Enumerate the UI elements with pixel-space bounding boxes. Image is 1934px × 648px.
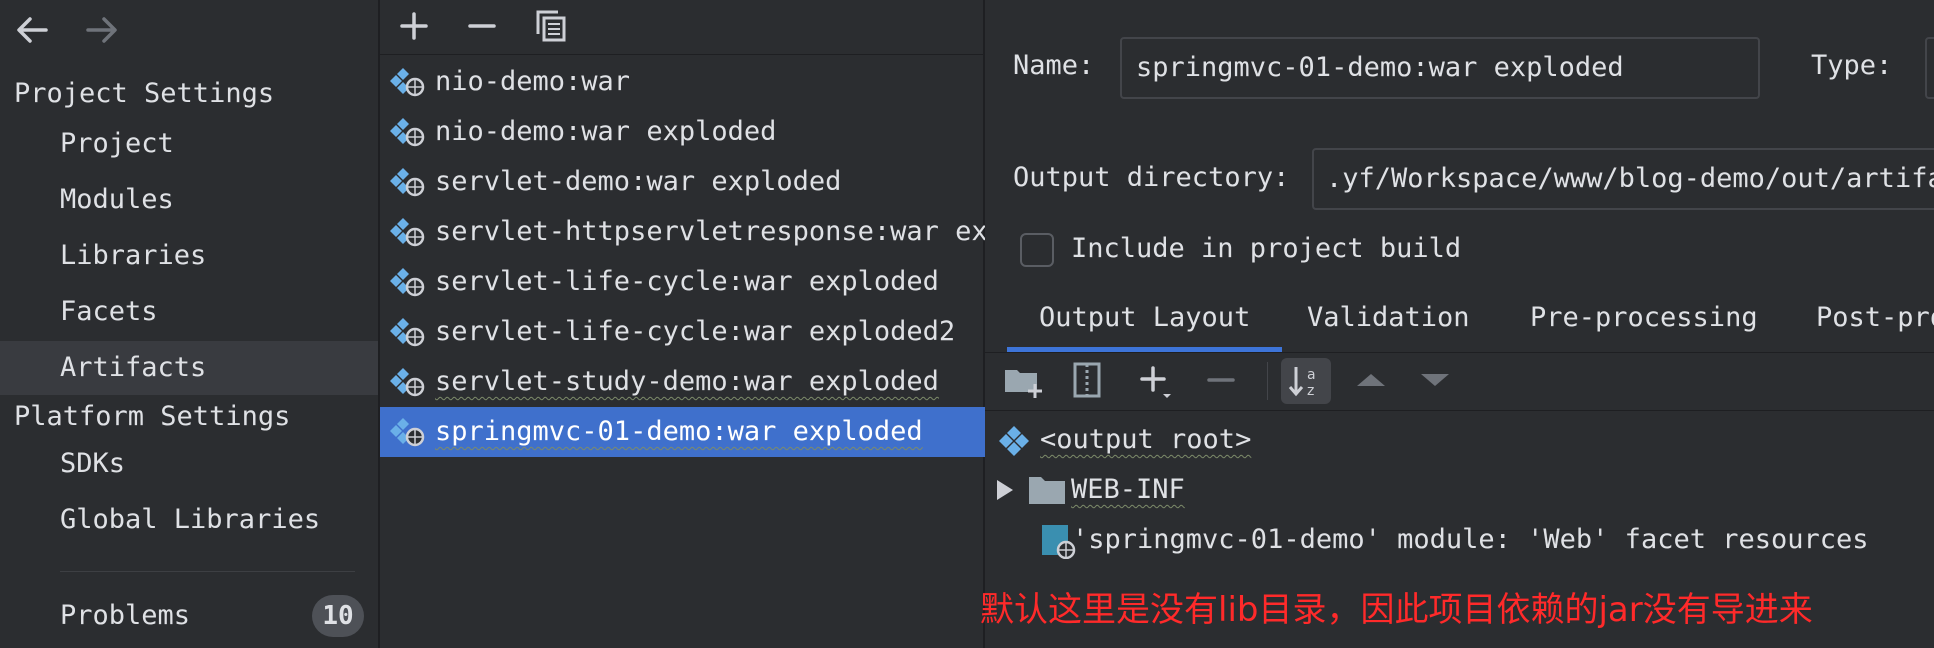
artifact-list-item-label: servlet-life-cycle:war exploded2 bbox=[435, 316, 956, 347]
tabs-divider bbox=[985, 352, 1934, 353]
type-label: Type: bbox=[1811, 50, 1893, 81]
web-facet-icon bbox=[1042, 525, 1076, 559]
artifact-list-item-label: servlet-study-demo:war exploded bbox=[435, 366, 939, 397]
tree-node-output-root[interactable]: <output root> bbox=[997, 416, 1257, 464]
artifact-diamond-icon bbox=[999, 426, 1029, 456]
artifact-list-item[interactable]: nio-demo:war exploded bbox=[380, 107, 985, 157]
artifact-list-item-label: servlet-demo:war exploded bbox=[435, 166, 842, 197]
artifact-details-panel: Name: springmvc-01-demo:war exploded Typ… bbox=[985, 0, 1934, 648]
tab-validation[interactable]: Validation bbox=[1307, 290, 1470, 352]
layout-toolbar-divider bbox=[985, 410, 1934, 411]
output-directory-field[interactable]: .yf/Workspace/www/blog-demo/out/artifac bbox=[1312, 148, 1934, 210]
include-in-build-label: Include in project build bbox=[1071, 233, 1462, 264]
tree-node-web-inf[interactable]: WEB-INF bbox=[993, 466, 1193, 514]
artifact-list-item[interactable]: springmvc-01-demo:war exploded bbox=[380, 407, 985, 457]
tree-node-output-root-label: <output root> bbox=[1040, 424, 1252, 455]
forward-arrow-icon[interactable] bbox=[82, 10, 122, 50]
nav-item-artifacts[interactable]: Artifacts bbox=[0, 341, 378, 395]
artifact-list-item[interactable]: nio-demo:war bbox=[380, 57, 985, 107]
svg-text:a: a bbox=[1307, 367, 1316, 383]
remove-element-icon[interactable] bbox=[1199, 358, 1243, 402]
archive-icon[interactable] bbox=[1065, 358, 1109, 402]
artifact-list-item-label: nio-demo:war exploded bbox=[435, 116, 777, 147]
war-artifact-icon bbox=[390, 268, 425, 297]
expand-triangle-icon[interactable] bbox=[993, 478, 1017, 502]
type-dropdown[interactable] bbox=[1925, 37, 1934, 99]
tab-pre-processing[interactable]: Pre-processing bbox=[1530, 290, 1758, 352]
move-down-icon[interactable] bbox=[1413, 358, 1457, 402]
add-element-icon[interactable] bbox=[1133, 358, 1177, 402]
output-directory-label: Output directory: bbox=[1013, 162, 1290, 193]
settings-nav-panel: Project Settings Project Modules Librari… bbox=[0, 0, 378, 648]
section-project-settings: Project Settings bbox=[14, 78, 275, 109]
war-artifact-icon bbox=[390, 318, 425, 347]
artifact-list-item-label: servlet-life-cycle:war exploded bbox=[435, 266, 939, 297]
artifacts-toolbar bbox=[380, 0, 983, 55]
artifact-list-item[interactable]: servlet-study-demo:war exploded bbox=[380, 357, 985, 407]
war-artifact-icon bbox=[390, 168, 425, 197]
tree-node-web-inf-label: WEB-INF bbox=[1071, 474, 1185, 505]
artifact-list-item[interactable]: servlet-httpservletresponse:war exp bbox=[380, 207, 985, 257]
include-in-build-checkbox[interactable] bbox=[1020, 233, 1054, 267]
add-icon[interactable] bbox=[392, 6, 436, 46]
name-field[interactable]: springmvc-01-demo:war exploded bbox=[1120, 37, 1760, 99]
artifact-list-item[interactable]: servlet-life-cycle:war exploded bbox=[380, 257, 985, 307]
artifact-list-item-label: servlet-httpservletresponse:war exp bbox=[435, 216, 985, 247]
folder-icon bbox=[1029, 477, 1065, 504]
annotation-note: 默认这里是没有lib目录，因此项目依赖的jar没有导进来 bbox=[980, 590, 1813, 630]
war-artifact-icon bbox=[390, 418, 425, 447]
sort-button[interactable]: a z bbox=[1281, 358, 1331, 404]
back-arrow-icon[interactable] bbox=[12, 10, 52, 50]
copy-icon[interactable] bbox=[528, 6, 572, 46]
name-label: Name: bbox=[1013, 50, 1095, 81]
artifact-list-item[interactable]: servlet-demo:war exploded bbox=[380, 157, 985, 207]
svg-text:z: z bbox=[1307, 383, 1314, 399]
nav-item-sdks[interactable]: SDKs bbox=[0, 437, 378, 491]
tab-output-layout[interactable]: Output Layout bbox=[1006, 290, 1283, 352]
new-folder-icon[interactable] bbox=[1001, 358, 1045, 402]
artifact-list-item[interactable]: servlet-life-cycle:war exploded2 bbox=[380, 307, 985, 357]
tab-post-processing[interactable]: Post-pro bbox=[1816, 290, 1934, 352]
war-artifact-icon bbox=[390, 218, 425, 247]
nav-item-global-libraries[interactable]: Global Libraries bbox=[0, 493, 378, 547]
problems-count-badge: 10 bbox=[312, 595, 364, 637]
nav-item-modules[interactable]: Modules bbox=[0, 173, 378, 227]
move-up-icon[interactable] bbox=[1349, 358, 1393, 402]
artifact-list-item-label: nio-demo:war bbox=[435, 66, 631, 97]
section-platform-settings: Platform Settings bbox=[14, 401, 291, 432]
nav-item-facets[interactable]: Facets bbox=[0, 285, 378, 339]
nav-item-project[interactable]: Project bbox=[0, 117, 378, 171]
nav-item-libraries[interactable]: Libraries bbox=[0, 229, 378, 283]
war-artifact-icon bbox=[390, 368, 425, 397]
tree-node-facet-resources[interactable]: 'springmvc-01-demo' module: 'Web' facet … bbox=[1040, 516, 1920, 564]
tree-node-facet-label: 'springmvc-01-demo' module: 'Web' facet … bbox=[1072, 524, 1869, 555]
artifact-list-item-label: springmvc-01-demo:war exploded bbox=[435, 416, 923, 447]
nav-divider bbox=[60, 571, 355, 572]
war-artifact-icon bbox=[390, 68, 425, 97]
war-artifact-icon bbox=[390, 118, 425, 147]
remove-icon[interactable] bbox=[460, 6, 504, 46]
artifacts-list-panel: nio-demo:war nio-demo:war exploded servlet… bbox=[378, 0, 985, 648]
toolbar-separator bbox=[1267, 362, 1268, 400]
sort-alpha-icon: a z bbox=[1288, 367, 1316, 399]
